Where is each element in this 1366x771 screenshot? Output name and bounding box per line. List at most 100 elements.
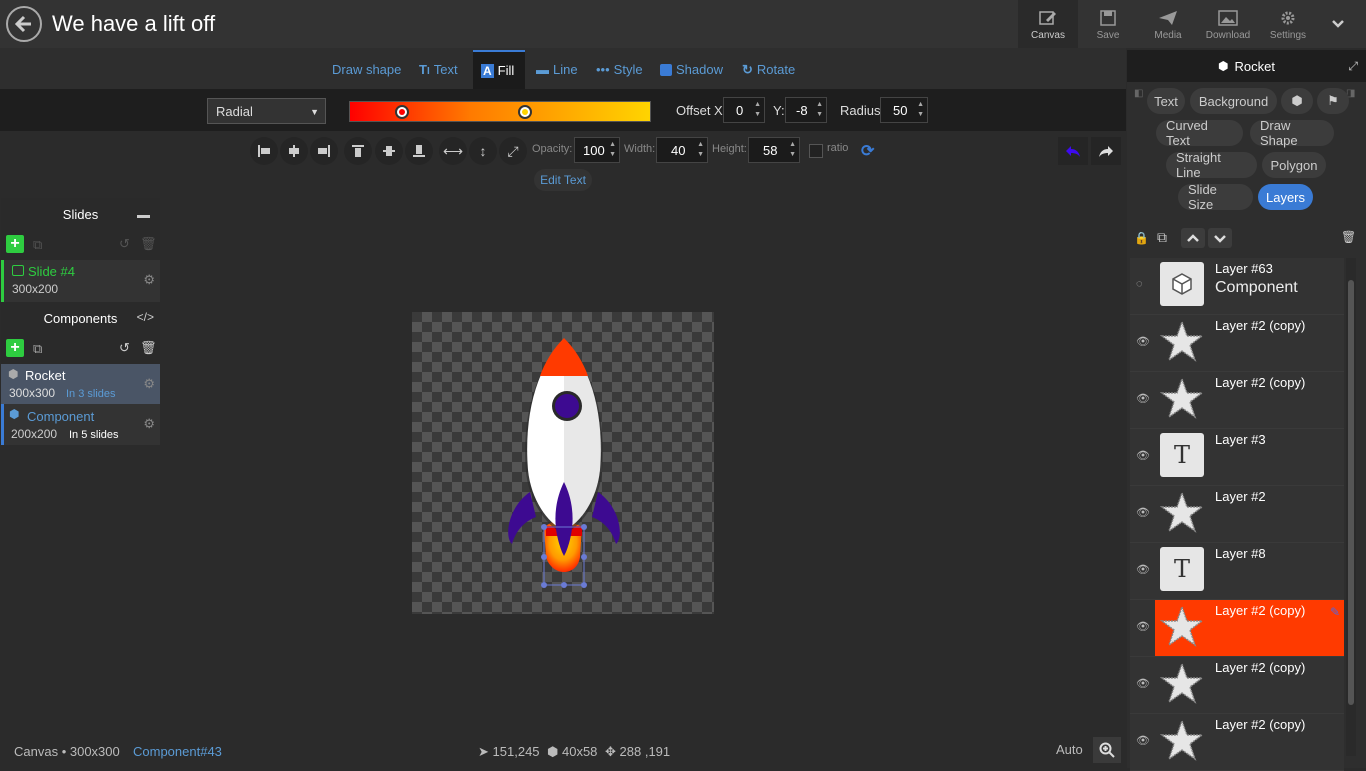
popout-icon[interactable]: ⤢ — [1348, 59, 1358, 74]
pill-text[interactable]: Text — [1147, 88, 1185, 114]
eye-icon[interactable]: 👁 — [1136, 734, 1150, 747]
eye-icon[interactable]: 👁 — [1136, 677, 1150, 690]
rocket-illustration[interactable] — [412, 312, 714, 614]
download-button[interactable]: Download — [1198, 0, 1258, 48]
opacity-input[interactable]: 100 ▲ ▼ — [574, 137, 620, 163]
back-button[interactable] — [6, 6, 42, 42]
offset-x-input[interactable]: 0 ▲ ▼ — [723, 97, 765, 123]
copy-icon[interactable]: ⧉ — [33, 341, 42, 357]
layer-row[interactable]: 👁 T Layer #8 — [1130, 543, 1344, 600]
trash-icon[interactable]: 🗑 — [140, 340, 157, 356]
pill-straight-line[interactable]: Straight Line — [1166, 150, 1257, 180]
trash-icon[interactable]: 🗑 — [1341, 230, 1356, 244]
redo-button[interactable] — [1091, 137, 1121, 165]
tab-shadow[interactable]: Shadow — [652, 50, 731, 89]
zoom-level[interactable]: Auto — [1056, 742, 1083, 757]
align-top-icon[interactable] — [344, 137, 372, 165]
gradient-stop-start[interactable] — [395, 105, 409, 119]
layers-scrollbar[interactable] — [1346, 258, 1356, 756]
layer-row[interactable]: 👁 Layer #2 (copy) ✎ — [1130, 600, 1344, 657]
tab-style[interactable]: ••• Style — [588, 50, 651, 89]
gradient-bar[interactable] — [349, 101, 651, 122]
slide-item[interactable]: Slide #4 300x200 ⚙ — [1, 260, 160, 302]
layer-row[interactable]: 👁 Layer #2 — [1130, 486, 1344, 543]
stretch-horizontal-icon[interactable]: ⟷ — [439, 137, 467, 165]
layer-row[interactable]: 👁 Layer #2 (copy) — [1130, 372, 1344, 429]
scrollbar-thumb[interactable] — [1348, 280, 1354, 705]
gear-icon[interactable]: ⚙ — [143, 416, 155, 432]
align-left-icon[interactable] — [250, 137, 278, 165]
height-input[interactable]: 58 ▲ ▼ — [748, 137, 800, 163]
flag-icon[interactable]: ⚑ — [1317, 88, 1349, 114]
spinner-icon[interactable]: ▲ ▼ — [609, 140, 616, 160]
pill-slide-size[interactable]: Slide Size — [1178, 182, 1253, 212]
pill-background[interactable]: Background — [1190, 88, 1277, 114]
minimize-icon[interactable] — [137, 215, 150, 218]
spinner-icon[interactable]: ▲ ▼ — [697, 140, 704, 160]
pill-draw-shape[interactable]: Draw Shape — [1250, 118, 1334, 148]
trash-icon[interactable]: 🗑 — [140, 236, 157, 252]
component-item[interactable]: ⬢ Rocket 300x300 In 3 slides ⚙ — [1, 364, 160, 404]
canvas-button[interactable]: Canvas — [1018, 0, 1078, 48]
eye-icon[interactable]: 👁 — [1136, 449, 1150, 462]
pill-layers[interactable]: Layers — [1258, 184, 1313, 210]
chevron-down-icon[interactable] — [1330, 16, 1346, 35]
tab-text[interactable]: TI Text — [411, 50, 466, 89]
fill-type-select[interactable]: Radial ▼ — [207, 98, 326, 124]
tab-rotate[interactable]: ↻ Rotate — [734, 50, 803, 89]
radius-input[interactable]: 50 ▲ ▼ — [880, 97, 928, 123]
align-middle-icon[interactable] — [375, 137, 403, 165]
align-bottom-icon[interactable] — [405, 137, 433, 165]
eye-icon[interactable]: 👁 — [1136, 506, 1150, 519]
eye-icon[interactable]: 👁 — [1136, 392, 1150, 405]
add-slide-button[interactable]: + — [6, 235, 24, 253]
stretch-vertical-icon[interactable]: ↕ — [469, 137, 497, 165]
move-up-button[interactable] — [1181, 228, 1205, 248]
pencil-icon[interactable]: ✎ — [1330, 605, 1340, 619]
gradient-stop-end[interactable] — [518, 105, 532, 119]
gear-icon[interactable]: ⚙ — [143, 376, 155, 392]
undo-button[interactable] — [1058, 137, 1088, 165]
ratio-checkbox[interactable] — [809, 144, 823, 158]
align-right-icon[interactable] — [310, 137, 338, 165]
layer-row[interactable]: 👁 Layer #2 (copy) — [1130, 315, 1344, 372]
tab-draw-shape[interactable]: Draw shape — [324, 50, 409, 89]
add-component-button[interactable]: + — [6, 339, 24, 357]
gear-icon[interactable]: ⚙ — [143, 272, 155, 288]
eye-icon[interactable]: 👁 — [1136, 620, 1150, 633]
spinner-icon[interactable]: ▲ ▼ — [754, 100, 761, 120]
expand-icon[interactable]: ⤢ — [499, 137, 527, 165]
component-link[interactable]: Component#43 — [133, 744, 222, 759]
pill-curved-text[interactable]: Curved Text — [1156, 118, 1243, 148]
width-input[interactable]: 40 ▲ ▼ — [656, 137, 708, 163]
eye-icon[interactable]: 👁 — [1136, 563, 1150, 576]
scroll-left-icon[interactable]: ◧ — [1134, 88, 1143, 99]
save-button[interactable]: Save — [1078, 0, 1138, 48]
refresh-icon[interactable]: ⟳ — [861, 141, 874, 161]
lock-icon[interactable]: 🔒 — [1134, 231, 1149, 245]
spinner-icon[interactable]: ▲ ▼ — [789, 140, 796, 160]
undo-icon[interactable]: ↺ — [119, 236, 130, 252]
code-icon[interactable]: </> — [137, 310, 154, 324]
spinner-icon[interactable]: ▲ ▼ — [816, 100, 823, 120]
eye-icon[interactable]: ◌ — [1136, 278, 1143, 290]
eye-icon[interactable]: 👁 — [1136, 335, 1150, 348]
copy-icon[interactable]: ⧉ — [1157, 229, 1167, 246]
media-button[interactable]: Media — [1138, 0, 1198, 48]
component-item[interactable]: ⬢ Component 200x200 In 5 slides ⚙ — [1, 404, 160, 445]
layer-row[interactable]: ◌ Layer #63 Component — [1130, 258, 1344, 315]
move-down-button[interactable] — [1208, 228, 1232, 248]
tab-line[interactable]: ▬ Line — [528, 50, 586, 89]
align-center-icon[interactable] — [280, 137, 308, 165]
offset-y-input[interactable]: -8 ▲ ▼ — [785, 97, 827, 123]
tab-fill[interactable]: A Fill — [473, 50, 525, 89]
spinner-icon[interactable]: ▲ ▼ — [917, 100, 924, 120]
copy-icon[interactable]: ⧉ — [33, 237, 42, 253]
layer-row[interactable]: 👁 Layer #2 (copy) — [1130, 714, 1344, 771]
layer-row[interactable]: 👁 T Layer #3 — [1130, 429, 1344, 486]
layer-row[interactable]: 👁 Layer #2 (copy) — [1130, 657, 1344, 714]
design-canvas[interactable] — [412, 312, 714, 614]
undo-icon[interactable]: ↺ — [119, 340, 130, 356]
edit-text-button[interactable]: Edit Text — [534, 169, 592, 191]
pill-polygon[interactable]: Polygon — [1262, 152, 1326, 178]
